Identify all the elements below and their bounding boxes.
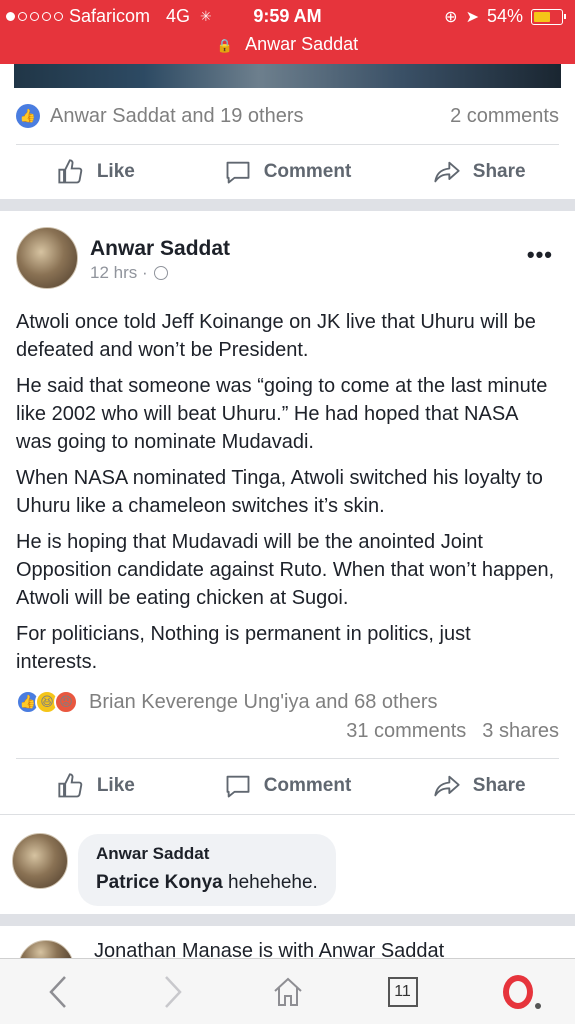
like-button[interactable]: Like xyxy=(0,145,192,199)
post-shares-count[interactable]: 3 shares xyxy=(482,720,559,743)
post-meta: 12 hrs · xyxy=(90,263,168,283)
post-author[interactable]: Anwar Saddat xyxy=(90,237,230,261)
post-paragraph: When NASA nominated Tinga, Atwoli switch… xyxy=(16,467,543,517)
chevron-left-icon xyxy=(48,975,66,1008)
comment-label: Comment xyxy=(263,775,352,796)
feed-separator xyxy=(0,914,575,926)
author-avatar[interactable] xyxy=(16,227,78,289)
share-button[interactable]: Share xyxy=(383,145,575,199)
chevron-right-icon xyxy=(164,975,182,1008)
post-paragraph: He is hoping that Mudavadi will be the a… xyxy=(16,531,555,609)
post-image-strip[interactable] xyxy=(0,64,575,88)
prev-reactions-text[interactable]: Anwar Saddat and 19 others xyxy=(50,105,304,128)
comment-button[interactable]: Comment xyxy=(192,145,384,199)
lock-icon: 🔒 xyxy=(216,38,234,53)
post-comments-count[interactable]: 31 comments xyxy=(346,720,466,743)
tabs-count: 11 xyxy=(387,976,418,1007)
comment-icon xyxy=(226,775,250,798)
opera-menu-button[interactable] xyxy=(488,967,548,1017)
opera-logo-icon xyxy=(502,974,541,1009)
browser-top-bar: Safaricom 4G ✳ 9:59 AM ⊕ ➤ 54% 🔒 Anwar S… xyxy=(0,0,575,64)
forward-button[interactable] xyxy=(143,967,203,1017)
feed-separator xyxy=(0,199,575,211)
post-time[interactable]: 12 hrs · xyxy=(90,263,148,283)
post-paragraph: For politicians, Nothing is permanent in… xyxy=(16,623,471,673)
comment-icon xyxy=(226,161,250,184)
prev-comments-count[interactable]: 2 comments xyxy=(450,105,559,128)
comment-mention[interactable]: Patrice Konya xyxy=(96,872,223,893)
like-button[interactable]: Like xyxy=(0,759,192,813)
share-button[interactable]: Share xyxy=(383,759,575,813)
reaction-icons: 👍 😆 😡 xyxy=(16,690,78,714)
post-paragraph: He said that someone was “going to come … xyxy=(16,375,548,453)
rotation-lock-icon: ⊕ xyxy=(444,8,458,26)
home-icon xyxy=(273,977,302,1006)
post-paragraph: Atwoli once told Jeff Koinange on JK liv… xyxy=(16,311,536,361)
like-label: Like xyxy=(96,161,135,182)
location-icon: ➤ xyxy=(465,8,479,26)
more-options-icon[interactable]: ••• xyxy=(527,242,553,268)
comment-label: Comment xyxy=(263,161,352,182)
post-counts: 31 comments 3 shares xyxy=(346,720,559,743)
comment-button[interactable]: Comment xyxy=(192,759,384,813)
comment-text: Patrice Konya hehehehe. xyxy=(96,872,318,894)
share-icon xyxy=(434,161,460,183)
post-reactions-text[interactable]: Brian Keverenge Ung'iya and 68 others xyxy=(89,691,438,714)
back-button[interactable] xyxy=(28,967,88,1017)
url-bar[interactable]: 🔒 Anwar Saddat xyxy=(0,34,575,62)
comment-author[interactable]: Anwar Saddat xyxy=(96,844,318,864)
globe-icon xyxy=(153,266,168,280)
thumbs-up-icon xyxy=(58,159,83,184)
status-right: ⊕ ➤ 54% xyxy=(444,6,566,27)
battery-icon xyxy=(531,8,566,25)
thumbs-up-icon xyxy=(58,773,83,798)
prev-post-reactions[interactable]: 👍 Anwar Saddat and 19 others 2 comments xyxy=(0,92,575,142)
url-title: Anwar Saddat xyxy=(245,34,359,54)
battery-percent: 54% xyxy=(486,6,523,26)
tabs-button[interactable]: 11 xyxy=(373,967,433,1017)
commenter-avatar[interactable] xyxy=(12,833,68,889)
post-actions: Like Comment Share xyxy=(0,759,575,813)
share-icon xyxy=(434,775,460,797)
comment-body: hehehehe. xyxy=(228,872,318,893)
share-label: Share xyxy=(472,775,526,796)
post-reactions[interactable]: 👍 😆 😡 Brian Keverenge Ung'iya and 68 oth… xyxy=(16,690,438,714)
prev-post-actions: Like Comment Share xyxy=(0,145,575,199)
comment-bubble[interactable]: Anwar Saddat Patrice Konya hehehehe. xyxy=(78,834,336,906)
browser-bottom-bar: 11 xyxy=(0,958,575,1024)
share-label: Share xyxy=(472,161,526,182)
divider xyxy=(0,814,575,815)
status-bar: Safaricom 4G ✳ 9:59 AM ⊕ ➤ 54% xyxy=(0,0,575,34)
like-label: Like xyxy=(96,775,135,796)
like-reaction-icon: 👍 xyxy=(16,104,40,128)
angry-reaction-icon: 😡 xyxy=(54,690,78,714)
home-button[interactable] xyxy=(258,967,318,1017)
